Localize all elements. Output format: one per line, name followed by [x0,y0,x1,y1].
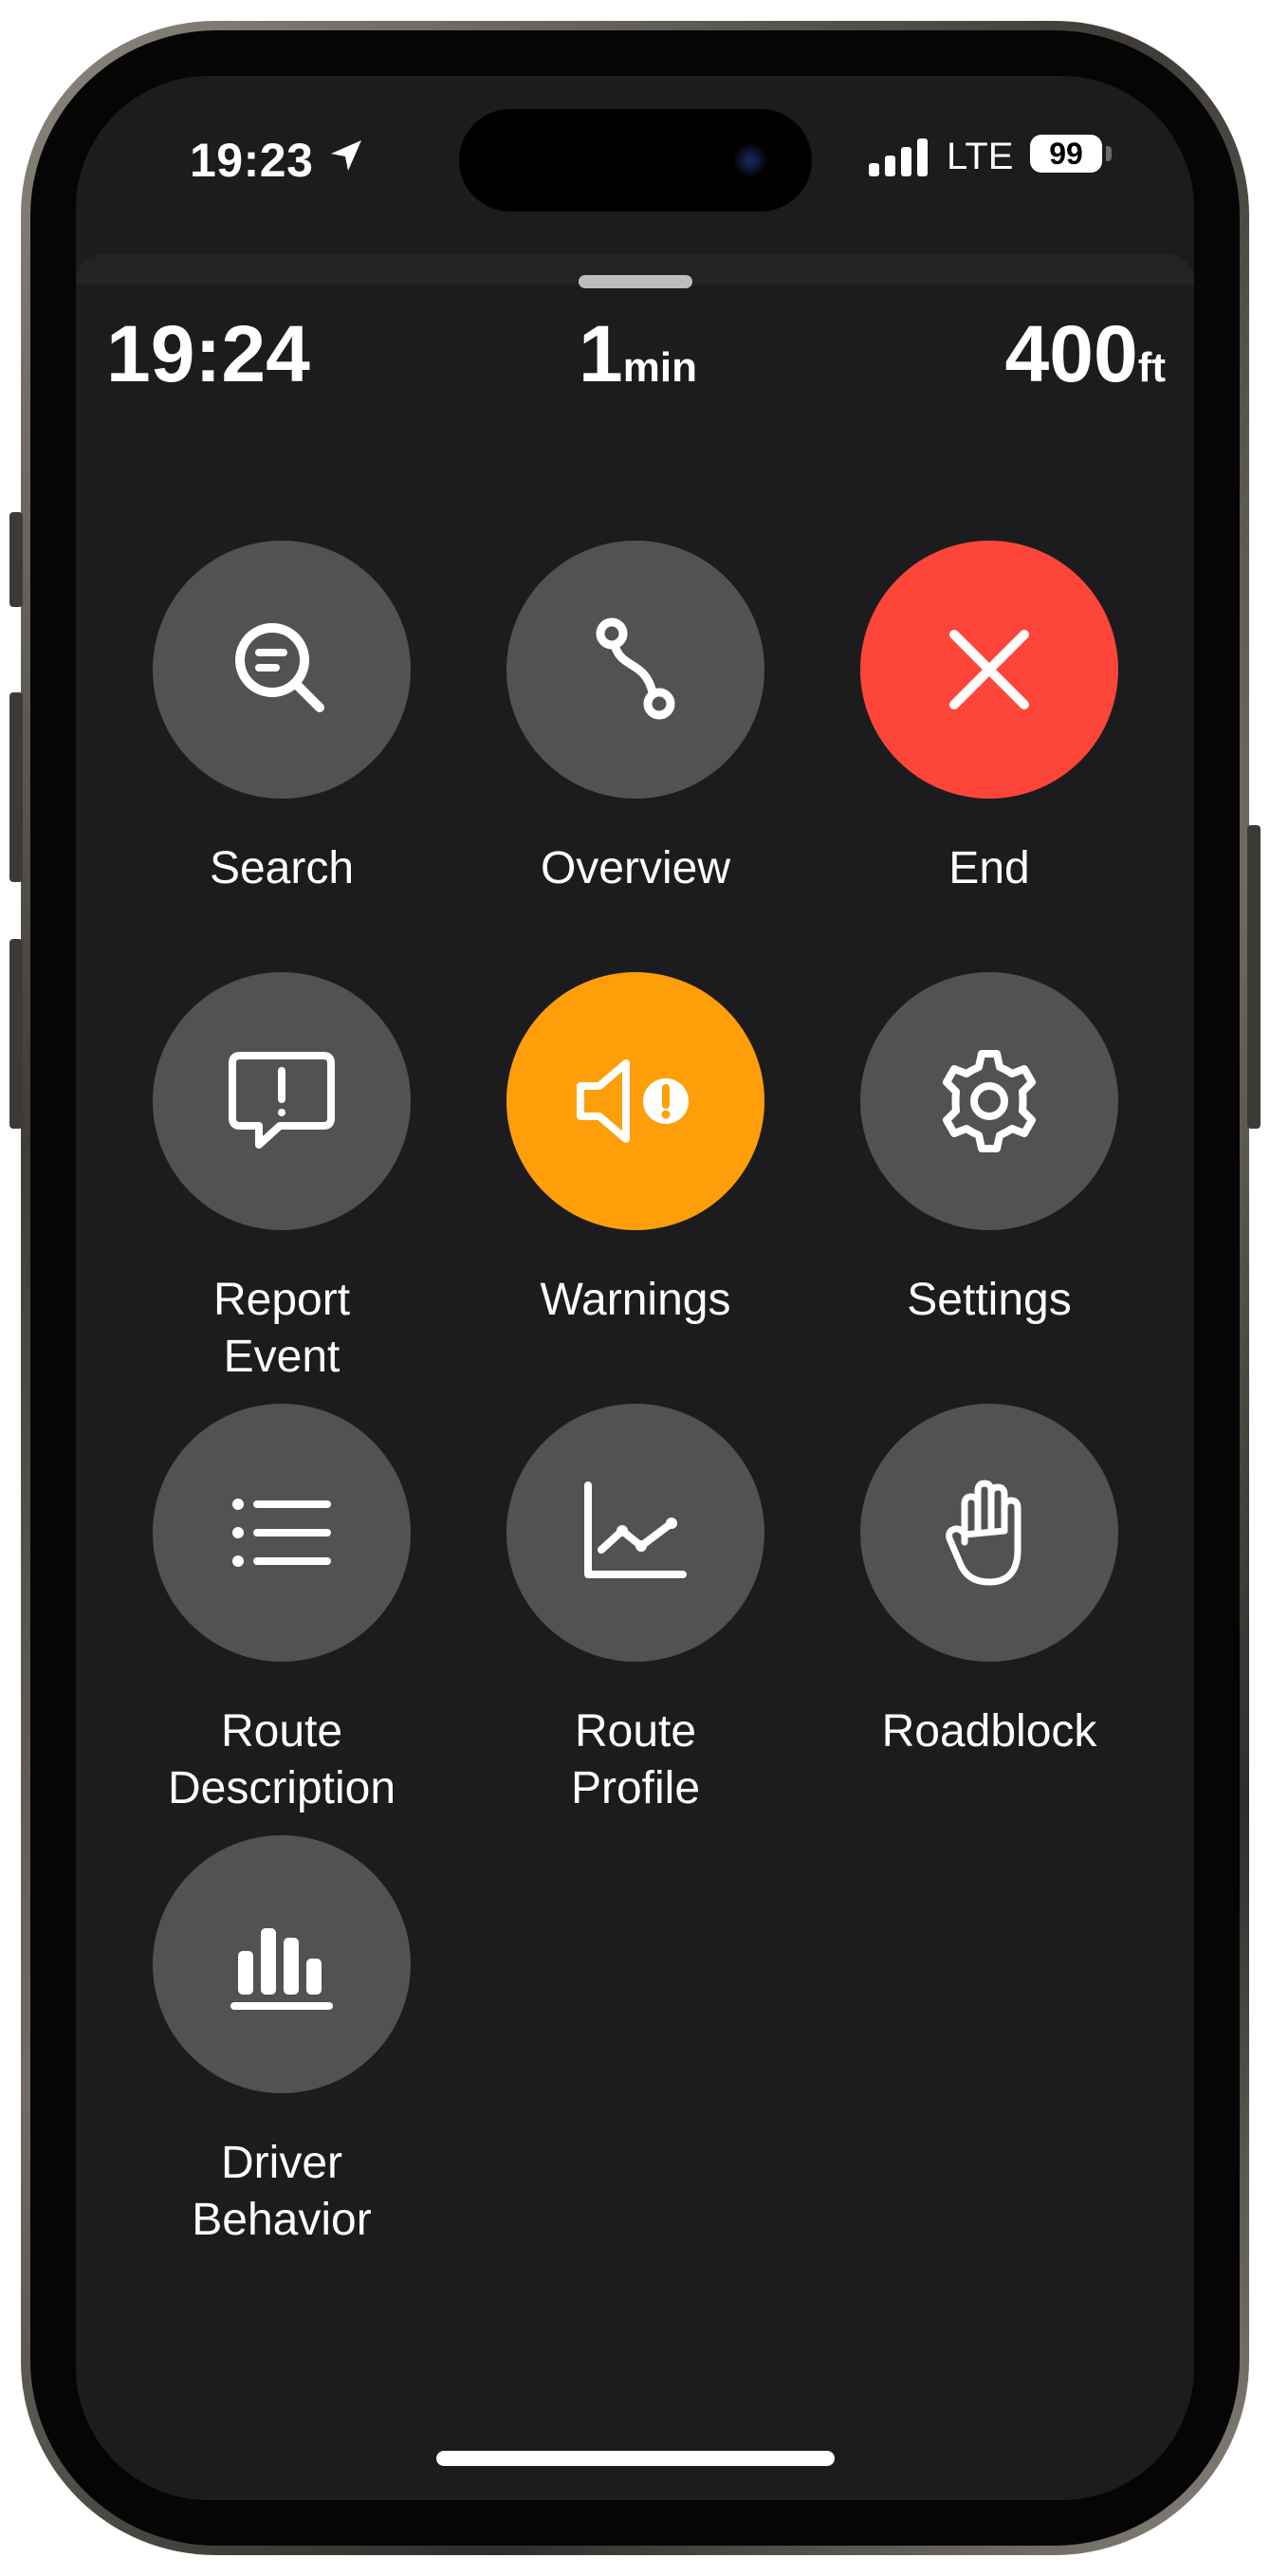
route-profile-label-line1: Route [574,1706,697,1757]
roadblock-circle[interactable] [860,1404,1118,1662]
report-event-circle[interactable] [153,972,411,1230]
gear-icon [943,1050,1036,1152]
home-indicator[interactable] [436,2451,835,2466]
route-profile-label-line2: Profile [570,1763,701,1813]
settings-circle[interactable] [860,972,1118,1230]
overview-circle[interactable] [506,541,764,799]
warnings-circle[interactable] [506,972,764,1230]
search-list-icon [235,623,324,712]
trip-info-row: 19:24 1min 400ft [76,308,1194,413]
end-circle[interactable] [860,541,1118,799]
route-description-label-line1: Route [220,1706,343,1757]
location-arrow-icon [331,140,361,171]
close-icon [949,630,1029,709]
report-event-button[interactable]: Report Event [130,972,433,1386]
duration-unit: min [622,344,697,391]
settings-label: Settings [907,1275,1072,1325]
list-icon [232,1499,331,1567]
route-profile-circle[interactable] [506,1404,764,1662]
cellular-signal-icon [869,138,929,176]
battery-tip [1106,146,1112,161]
route-description-circle[interactable] [153,1404,411,1662]
report-event-label-line2: Event [223,1332,341,1382]
overview-label: Overview [540,843,731,893]
bar-chart-icon [230,1928,333,2010]
report-event-label-line1: Report [212,1275,351,1325]
end-button[interactable]: End [837,541,1141,897]
driver-behavior-button[interactable]: Driver Behavior [130,1835,433,2249]
search-label: Search [209,843,355,893]
settings-button[interactable]: Settings [837,972,1141,1329]
end-label: End [948,843,1030,893]
route-path-icon [596,617,675,720]
overview-button[interactable]: Overview [484,541,787,897]
battery-indicator: 99 [1030,135,1102,173]
screen: 19:23 LTE 99 19:24 1min 400ft Search Ove… [76,76,1194,2500]
driver-behavior-circle[interactable] [153,1835,411,2093]
trip-duration: 1min [579,308,697,400]
warnings-button[interactable]: Warnings [484,972,787,1329]
network-type: LTE [947,136,1014,177]
roadblock-button[interactable]: Roadblock [837,1404,1141,1760]
report-event-label: Report Event [130,1272,433,1386]
driver-behavior-label-line2: Behavior [192,2195,372,2245]
status-bar: 19:23 LTE 99 [76,76,1194,256]
line-chart-icon [584,1481,687,1578]
speaker-alert-icon [577,1059,689,1143]
route-description-label-line2: Description [167,1763,396,1813]
arrival-time: 19:24 [106,308,310,400]
distance-unit: ft [1137,344,1166,391]
warnings-label: Warnings [540,1275,731,1325]
power-button [1247,825,1261,1129]
duration-value: 1 [579,309,623,398]
volume-down-button [9,939,23,1129]
driver-behavior-label-line1: Driver [221,2138,342,2188]
route-profile-button[interactable]: Route Profile [484,1404,787,1817]
arrival-time-value: 19:24 [106,309,310,398]
route-description-button[interactable]: Route Description [130,1404,433,1817]
volume-up-button [9,692,23,882]
action-button [9,512,23,607]
route-profile-label: Route Profile [484,1703,787,1817]
roadblock-label: Roadblock [881,1706,1097,1757]
exclamation-bubble-icon [229,1052,335,1149]
hand-raised-icon [946,1480,1022,1586]
trip-distance: 400ft [1005,308,1166,400]
search-circle[interactable] [153,541,411,799]
dynamic-island [459,109,812,212]
front-camera [734,144,766,176]
status-time: 19:23 [190,134,314,187]
distance-value: 400 [1004,309,1138,398]
sheet-grabber[interactable] [579,275,692,288]
search-button[interactable]: Search [130,541,433,897]
route-description-label: Route Description [130,1703,433,1817]
driver-behavior-label: Driver Behavior [130,2135,433,2249]
